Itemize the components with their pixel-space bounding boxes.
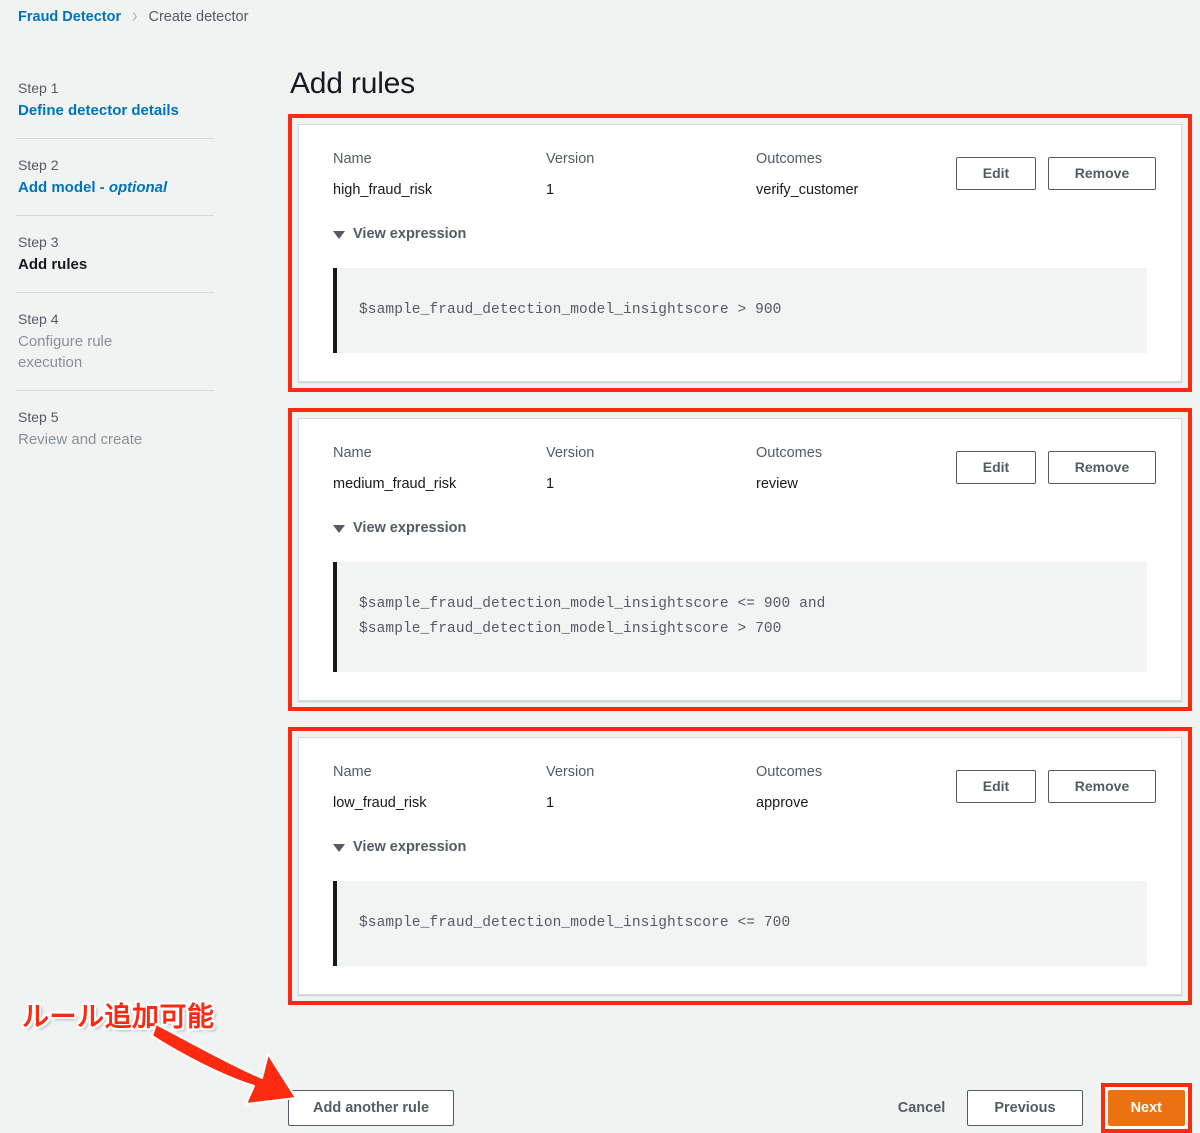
- rule-3-version-col: Version 1: [546, 762, 756, 813]
- sidebar-step-1-number: Step 1: [18, 80, 59, 96]
- rule-1-name-label: Name: [333, 151, 372, 167]
- sidebar-step-2-number: Step 2: [18, 157, 59, 173]
- sidebar-step-1[interactable]: Step 1 Define detector details: [16, 78, 214, 121]
- rule-3-outcomes-label: Outcomes: [756, 764, 823, 780]
- rule-1-remove-button[interactable]: Remove: [1048, 157, 1156, 190]
- wizard-footer: Add another rule Cancel Previous Next: [288, 1083, 1192, 1133]
- rule-2-name-value: medium_fraud_risk: [333, 476, 457, 492]
- rule-3-expression-code: $sample_fraud_detection_model_insightsco…: [333, 881, 1147, 966]
- rule-highlight-2: Name medium_fraud_risk Version 1 Outcome…: [288, 408, 1192, 711]
- rule-2-edit-button[interactable]: Edit: [956, 451, 1036, 484]
- sidebar-step-5-number: Step 5: [18, 409, 59, 425]
- sidebar-step-4[interactable]: Step 4 Configure rule execution: [16, 309, 214, 373]
- rule-2-outcomes-label: Outcomes: [756, 445, 823, 461]
- sidebar-step-2-label[interactable]: Add model - optional: [18, 177, 214, 198]
- rule-header-3: Name low_fraud_risk Version 1 Outcomes a…: [333, 762, 1156, 813]
- chevron-down-icon: [333, 230, 345, 239]
- rule-card-medium-fraud-risk: Name medium_fraud_risk Version 1 Outcome…: [298, 418, 1182, 701]
- rule-1-version-label: Version: [546, 151, 595, 167]
- rule-1-version-col: Version 1: [546, 149, 756, 200]
- rule-2-outcomes-col: Outcomes review: [756, 443, 956, 494]
- cancel-button[interactable]: Cancel: [894, 1100, 950, 1116]
- rule-3-name-col: Name low_fraud_risk: [333, 762, 546, 813]
- breadcrumb: Fraud Detector › Create detector: [18, 5, 249, 27]
- sidebar-step-2-optional-tag: optional: [108, 179, 168, 196]
- rule-3-view-expression-toggle[interactable]: View expression: [333, 839, 1147, 855]
- rule-1-version-value: 1: [546, 182, 555, 198]
- rule-highlight-1: Name high_fraud_risk Version 1 Outcomes …: [288, 114, 1192, 392]
- rule-2-name-col: Name medium_fraud_risk: [333, 443, 546, 494]
- rule-1-outcomes-value: verify_customer: [756, 182, 859, 198]
- rule-1-view-expression-toggle[interactable]: View expression: [333, 226, 1147, 242]
- footer-nav-buttons: Cancel Previous Next: [894, 1083, 1192, 1133]
- rule-2-view-expression-toggle[interactable]: View expression: [333, 520, 1147, 536]
- previous-button[interactable]: Previous: [967, 1090, 1083, 1126]
- sidebar-divider-2: [16, 215, 214, 216]
- sidebar-step-3[interactable]: Step 3 Add rules: [16, 232, 214, 275]
- rule-2-version-label: Version: [546, 445, 595, 461]
- sidebar-divider-1: [16, 138, 214, 139]
- next-button-highlight: Next: [1100, 1083, 1192, 1133]
- chevron-down-icon: [333, 843, 345, 852]
- sidebar-step-2[interactable]: Step 2 Add model - optional: [16, 155, 214, 198]
- add-another-rule-button[interactable]: Add another rule: [288, 1090, 455, 1126]
- main-content: Add rules Name high_fraud_risk Version 1…: [288, 66, 1192, 1005]
- rule-1-name-col: Name high_fraud_risk: [333, 149, 546, 200]
- rule-1-expression-code: $sample_fraud_detection_model_insightsco…: [333, 268, 1147, 353]
- rule-3-name-value: low_fraud_risk: [333, 795, 427, 811]
- chevron-down-icon: [333, 524, 345, 533]
- sidebar-step-5[interactable]: Step 5 Review and create: [16, 407, 214, 450]
- rule-3-remove-button[interactable]: Remove: [1048, 770, 1156, 803]
- sidebar-step-3-number: Step 3: [18, 234, 59, 250]
- rule-header-2: Name medium_fraud_risk Version 1 Outcome…: [333, 443, 1156, 494]
- next-button[interactable]: Next: [1107, 1090, 1185, 1126]
- rule-2-expression-code: $sample_fraud_detection_model_insightsco…: [333, 562, 1147, 672]
- rule-3-outcomes-col: Outcomes approve: [756, 762, 956, 813]
- sidebar-step-4-number: Step 4: [18, 311, 59, 327]
- page-title: Add rules: [290, 67, 415, 100]
- sidebar-step-2-label-text: Add model -: [18, 179, 109, 196]
- rule-1-actions: Edit Remove: [956, 149, 1156, 190]
- sidebar-step-3-label: Add rules: [18, 256, 88, 273]
- rule-3-actions: Edit Remove: [956, 762, 1156, 803]
- annotation-text: ルール追加可能: [22, 1002, 215, 1032]
- rule-3-edit-button[interactable]: Edit: [956, 770, 1036, 803]
- breadcrumb-current-create-detector: Create detector: [148, 9, 249, 25]
- breadcrumb-separator-icon: ›: [132, 5, 138, 27]
- rule-card-high-fraud-risk: Name high_fraud_risk Version 1 Outcomes …: [298, 124, 1182, 382]
- rule-card-low-fraud-risk: Name low_fraud_risk Version 1 Outcomes a…: [298, 737, 1182, 995]
- rule-2-outcomes-value: review: [756, 476, 798, 492]
- rule-3-view-expression-label: View expression: [353, 839, 467, 855]
- rule-2-remove-button[interactable]: Remove: [1048, 451, 1156, 484]
- rule-1-view-expression-label: View expression: [353, 226, 467, 242]
- rule-1-outcomes-col: Outcomes verify_customer: [756, 149, 956, 200]
- rule-highlight-3: Name low_fraud_risk Version 1 Outcomes a…: [288, 727, 1192, 1005]
- sidebar-step-1-label[interactable]: Define detector details: [18, 100, 214, 121]
- sidebar-divider-3: [16, 292, 214, 293]
- wizard-step-sidebar: Step 1 Define detector details Step 2 Ad…: [16, 78, 214, 450]
- sidebar-step-5-label: Review and create: [18, 431, 143, 448]
- rule-1-edit-button[interactable]: Edit: [956, 157, 1036, 190]
- sidebar-step-4-label: Configure rule execution: [18, 333, 113, 371]
- rule-2-actions: Edit Remove: [956, 443, 1156, 484]
- rule-3-version-label: Version: [546, 764, 595, 780]
- rule-1-outcomes-label: Outcomes: [756, 151, 823, 167]
- rule-header-1: Name high_fraud_risk Version 1 Outcomes …: [333, 149, 1156, 200]
- rule-3-version-value: 1: [546, 795, 555, 811]
- rule-2-version-value: 1: [546, 476, 555, 492]
- rule-1-name-value: high_fraud_risk: [333, 182, 433, 198]
- rule-2-name-label: Name: [333, 445, 372, 461]
- rule-3-name-label: Name: [333, 764, 372, 780]
- rule-3-outcomes-value: approve: [756, 795, 809, 811]
- breadcrumb-link-fraud-detector[interactable]: Fraud Detector: [18, 9, 121, 25]
- rule-2-version-col: Version 1: [546, 443, 756, 494]
- rule-2-view-expression-label: View expression: [353, 520, 467, 536]
- sidebar-divider-4: [16, 390, 214, 391]
